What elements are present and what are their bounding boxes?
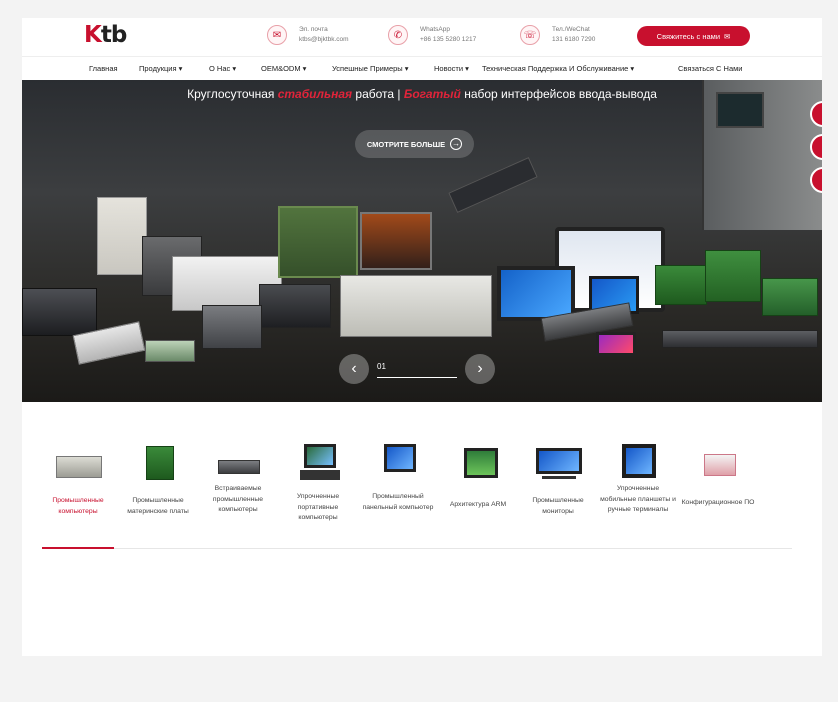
category-label: Промышленные компьютеры bbox=[52, 497, 104, 515]
mail-icon: ✉ bbox=[724, 31, 731, 41]
whatsapp-icon: ✆ bbox=[388, 25, 408, 45]
green-box-image bbox=[145, 340, 195, 362]
whatsapp-value[interactable]: +86 135 5280 1217 bbox=[420, 35, 476, 45]
arrow-right-icon: → bbox=[450, 138, 463, 150]
next-slide-button[interactable]: › bbox=[465, 354, 495, 384]
slide-number: 01 bbox=[377, 362, 386, 371]
category-motherboards[interactable]: Промышленные материнские платы bbox=[118, 442, 198, 517]
monitor-icon bbox=[528, 442, 588, 484]
phone-icon: ☏ bbox=[520, 25, 540, 45]
panel-pc-icon bbox=[368, 442, 428, 484]
category-label: Конфигурационное ПО bbox=[681, 499, 755, 506]
nav-news[interactable]: Новости ▾ bbox=[434, 64, 469, 73]
category-rugged-laptops[interactable]: Упрочненные портативные компьютеры bbox=[278, 442, 358, 524]
top-bar: Ktb ✉ Эл. почта ktbs@bjktbk.com ✆ WhatsA… bbox=[22, 18, 822, 56]
embedded-pc-icon bbox=[208, 442, 268, 484]
category-software[interactable]: Конфигурационное ПО bbox=[678, 442, 758, 509]
slide-progress bbox=[377, 377, 457, 378]
nav-contact[interactable]: Связаться С Нами bbox=[678, 64, 743, 73]
whatsapp-label: WhatsApp bbox=[420, 26, 450, 33]
chevron-right-icon: › bbox=[477, 360, 483, 377]
category-industrial-pc[interactable]: Промышленные компьютеры bbox=[38, 442, 118, 517]
see-more-label: СМОТРИТЕ БОЛЬШЕ bbox=[366, 139, 446, 149]
fanless-pc-image bbox=[202, 305, 262, 349]
tagline-text-3: набор интерфейсов ввода-вывода bbox=[460, 87, 657, 101]
tagline-accent-1: стабильная bbox=[277, 87, 353, 101]
arm-device-icon bbox=[448, 442, 508, 484]
embedded-box-pc-image bbox=[259, 284, 331, 328]
category-label: Встраиваемые промышленные компьютеры bbox=[212, 485, 264, 513]
category-tabs: Промышленные компьютеры Промышленные мат… bbox=[22, 402, 822, 656]
industrial-pc-icon bbox=[48, 442, 108, 484]
hero-banner: Круглосуточная стабильная работа | Богат… bbox=[22, 80, 822, 402]
category-label: Промышленные мониторы bbox=[532, 497, 584, 515]
category-arm[interactable]: Архитектура ARM bbox=[438, 442, 518, 511]
logo[interactable]: Ktb bbox=[84, 22, 127, 48]
motherboard-icon bbox=[128, 442, 188, 484]
see-more-button[interactable]: СМОТРИТЕ БОЛЬШЕ → bbox=[355, 130, 474, 158]
tagline-text-2: работа | bbox=[352, 87, 404, 101]
tower-pc-image bbox=[97, 197, 147, 275]
rugged-laptop-icon bbox=[288, 442, 348, 484]
contact-us-button[interactable]: Свяжитесь с нами ✉ bbox=[637, 26, 750, 46]
ipc-610l-image bbox=[340, 275, 492, 337]
nav-oem-odm[interactable]: OEM&ODM ▾ bbox=[261, 64, 306, 73]
category-label: Упрочненные мобильные планшеты и ручные … bbox=[600, 485, 676, 513]
motherboard-image-1 bbox=[655, 265, 707, 305]
nav-products[interactable]: Продукция ▾ bbox=[139, 64, 182, 73]
black-box-pc-image bbox=[22, 288, 97, 336]
nav-home[interactable]: Главная bbox=[89, 64, 118, 73]
tel-value[interactable]: 131 6180 7290 bbox=[552, 35, 595, 45]
category-label: Упрочненные портативные компьютеры bbox=[296, 493, 340, 521]
category-rugged-tablets[interactable]: Упрочненные мобильные планшеты и ручные … bbox=[598, 442, 678, 516]
software-box-icon bbox=[688, 442, 748, 484]
nav-support[interactable]: Техническая Поддержка И Обслуживание ▾ bbox=[482, 64, 634, 73]
main-nav: Главная Продукция ▾ О Нас ▾ OEM&ODM ▾ Ус… bbox=[22, 56, 822, 80]
tagline-accent-2: Богатый bbox=[403, 87, 461, 101]
page-frame: Ktb ✉ Эл. почта ktbs@bjktbk.com ✆ WhatsA… bbox=[22, 18, 822, 656]
email-label: Эл. почта bbox=[299, 26, 328, 33]
email-icon: ✉ bbox=[267, 25, 287, 45]
category-panel-pc[interactable]: Промышленный панельный компьютер bbox=[358, 442, 438, 513]
category-label: Промышленные материнские платы bbox=[127, 497, 189, 515]
category-monitors[interactable]: Промышленные мониторы bbox=[518, 442, 598, 517]
active-category-underline bbox=[42, 547, 114, 549]
motherboard-image-2 bbox=[705, 250, 761, 302]
whatsapp-contact[interactable]: ✆ WhatsApp +86 135 5280 1217 bbox=[388, 25, 476, 45]
rugged-laptop-image bbox=[278, 206, 358, 278]
tel-label: Тел./WeChat bbox=[552, 26, 590, 33]
rugged-tablet-icon bbox=[608, 442, 668, 484]
email-contact[interactable]: ✉ Эл. почта ktbs@bjktbk.com bbox=[267, 25, 349, 45]
handheld-image bbox=[596, 332, 636, 356]
category-label: Архитектура ARM bbox=[449, 501, 507, 508]
tagline-text-1: Круглосуточная bbox=[187, 87, 278, 101]
contact-us-label: Свяжитесь с нами bbox=[656, 31, 721, 41]
rack-server-image bbox=[448, 157, 538, 213]
box-pc-row-image bbox=[662, 330, 818, 348]
category-label: Промышленный панельный компьютер bbox=[362, 493, 434, 511]
category-embedded-pc[interactable]: Встраиваемые промышленные компьютеры bbox=[198, 442, 278, 516]
tel-contact[interactable]: ☏ Тел./WeChat 131 6180 7290 bbox=[520, 25, 595, 45]
display-screen-image bbox=[360, 212, 432, 270]
windows-panel-image bbox=[497, 266, 575, 321]
nav-cases[interactable]: Успешные Примеры ▾ bbox=[332, 64, 409, 73]
category-divider bbox=[42, 548, 792, 549]
nav-about[interactable]: О Нас ▾ bbox=[209, 64, 236, 73]
background-machine-screen bbox=[716, 92, 764, 128]
chevron-left-icon: ‹ bbox=[351, 360, 357, 377]
motherboard-image-3 bbox=[762, 278, 818, 316]
email-value[interactable]: ktbs@bjktbk.com bbox=[299, 35, 349, 45]
prev-slide-button[interactable]: ‹ bbox=[339, 354, 369, 384]
